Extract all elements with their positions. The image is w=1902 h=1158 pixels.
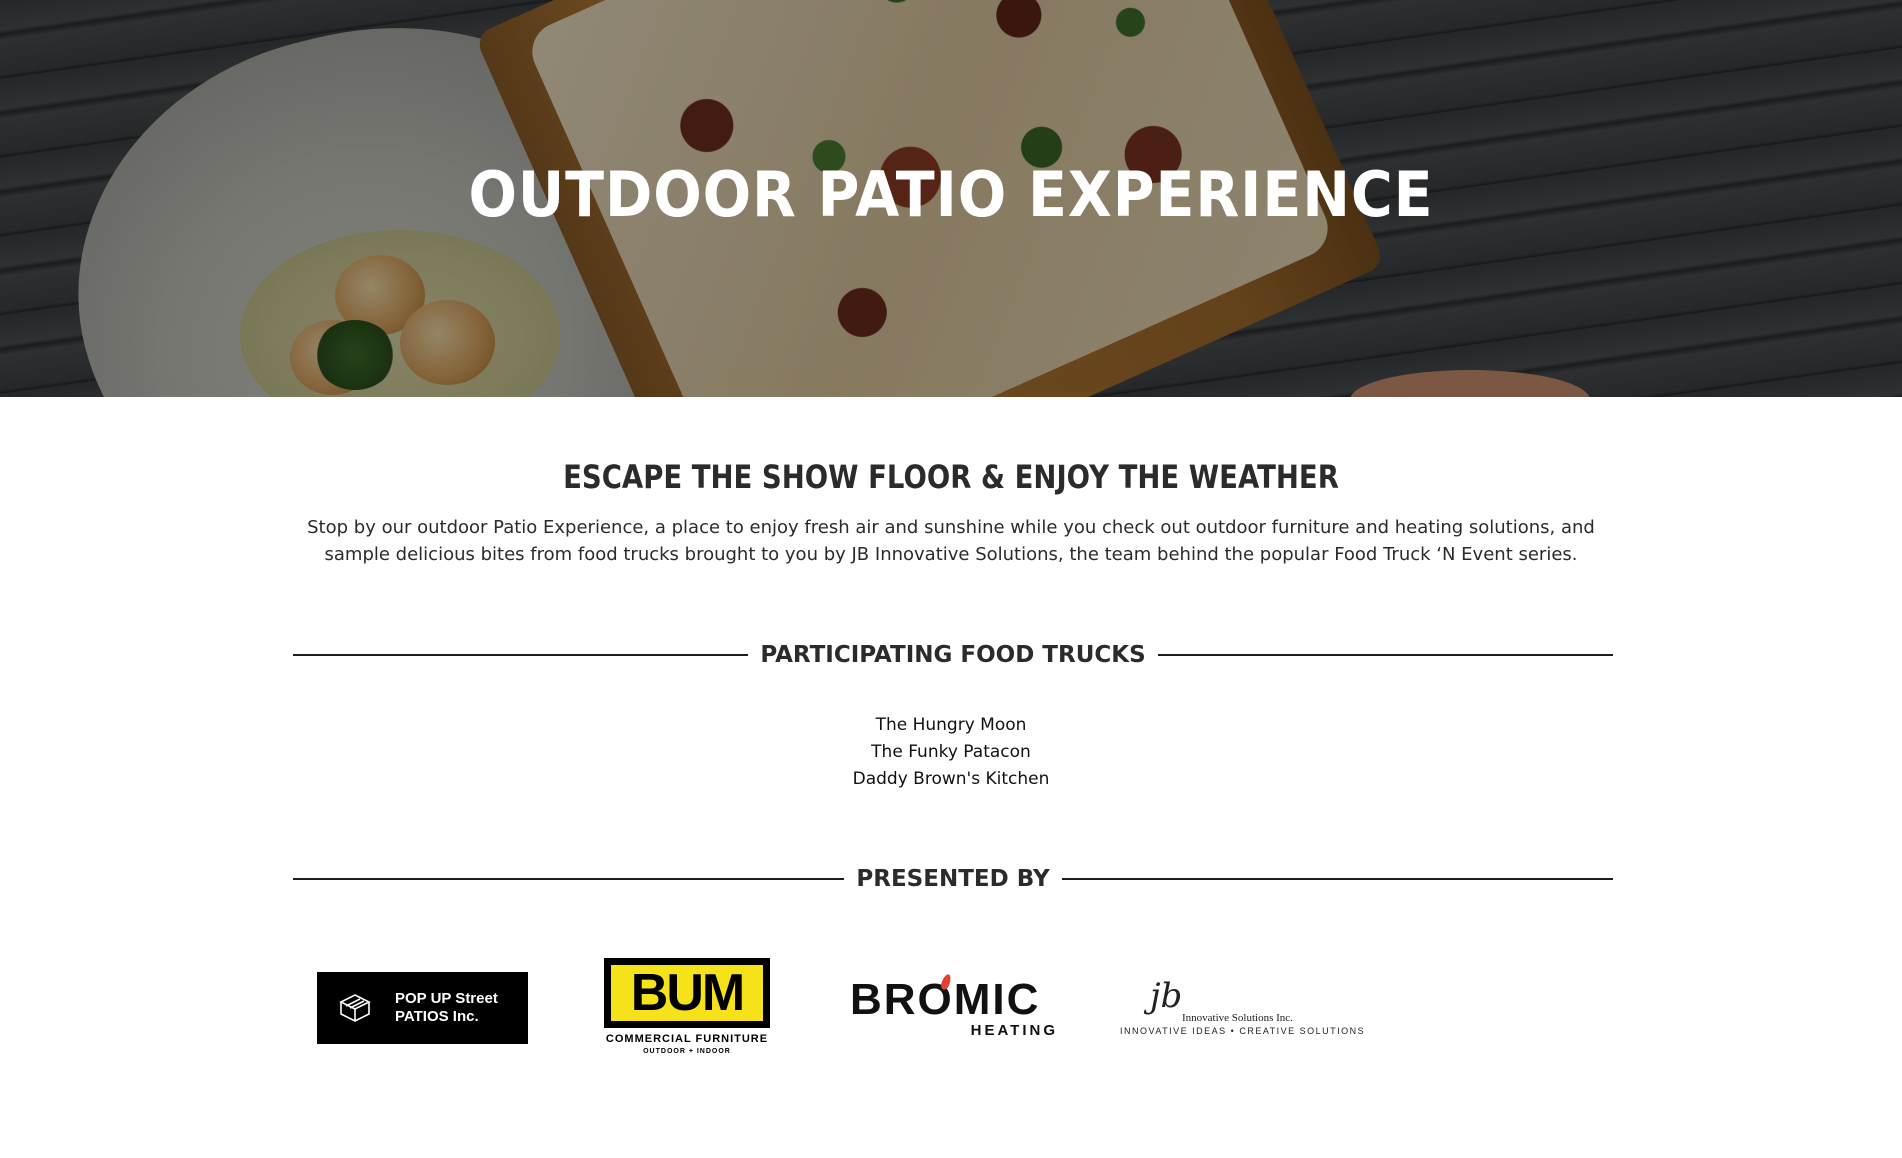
isometric-blocks-icon — [339, 994, 371, 1022]
popup-logo-line1: POP UP Street — [395, 990, 498, 1007]
food-trucks-heading: PARTICIPATING FOOD TRUCKS — [760, 642, 1146, 668]
food-truck-item: The Hungry Moon — [875, 715, 1027, 735]
popup-logo-line2: PATIOS Inc. — [395, 1008, 479, 1025]
presented-by-divider: PRESENTED BY — [293, 864, 1614, 894]
hero-banner: OUTDOOR PATIO EXPERIENCE — [0, 0, 1902, 397]
bum-logo-sub2: OUTDOOR + INDOOR — [643, 1048, 731, 1055]
food-trucks-list: The Hungry Moon The Funky Patacon Daddy … — [0, 712, 1902, 793]
bromic-heating-logo[interactable]: BROMIC HEATING — [850, 973, 1060, 1044]
bum-logo-sub: COMMERCIAL FURNITURE — [605, 1033, 769, 1045]
food-trucks-divider: PARTICIPATING FOOD TRUCKS — [293, 640, 1613, 670]
bromic-logo-word: BROMIC — [850, 975, 1041, 1024]
bum-commercial-furniture-logo[interactable]: BUM COMMERCIAL FURNITURE OUTDOOR + INDOO… — [604, 958, 770, 1062]
presented-by-heading: PRESENTED BY — [856, 866, 1050, 892]
food-truck-item: Daddy Brown's Kitchen — [852, 769, 1050, 789]
jb-logo-script: jb — [1150, 976, 1183, 1016]
hero-title: OUTDOOR PATIO EXPERIENCE — [468, 158, 1434, 231]
food-truck-item: The Funky Patacon — [871, 742, 1031, 762]
jb-logo-name: Innovative Solutions Inc. — [1182, 1012, 1293, 1024]
divider-line — [293, 654, 749, 656]
bum-logo-box: BUM — [604, 958, 770, 1028]
divider-line — [1157, 654, 1613, 656]
divider-line — [1061, 878, 1614, 880]
intro-heading: ESCAPE THE SHOW FLOOR & ENJOY THE WEATHE… — [563, 458, 1339, 496]
intro-text: Stop by our outdoor Patio Experience, a … — [307, 517, 1595, 565]
jb-innovative-solutions-logo[interactable]: jb Innovative Solutions Inc. INNOVATIVE … — [1120, 976, 1364, 1040]
bromic-logo-sub: HEATING — [970, 1022, 1058, 1039]
divider-line — [293, 878, 845, 880]
jb-logo-tagline: INNOVATIVE IDEAS • CREATIVE SOLUTIONS — [1120, 1026, 1366, 1036]
popup-logo-text: POP UP Street PATIOS Inc. — [395, 990, 498, 1026]
popup-street-patios-logo[interactable]: POP UP Street PATIOS Inc. — [317, 972, 528, 1044]
bum-logo-word: BUM — [630, 964, 745, 1022]
